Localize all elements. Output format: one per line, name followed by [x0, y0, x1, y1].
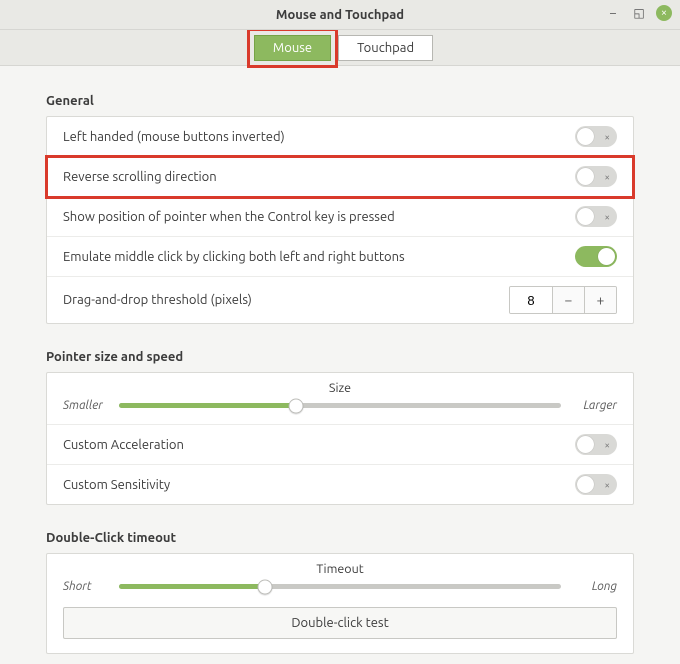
- panel-double-click: Timeout Short Long Double-click test: [46, 553, 634, 654]
- size-slider-thumb[interactable]: [288, 398, 303, 413]
- minimize-button[interactable]: –: [604, 4, 622, 22]
- timeout-slider-label: Timeout: [63, 562, 617, 576]
- row-emulate-middle: Emulate middle click by clicking both le…: [47, 237, 633, 277]
- drag-threshold-input[interactable]: [510, 287, 552, 313]
- timeout-slider-row: Short Long: [63, 580, 617, 593]
- timeout-slider-thumb[interactable]: [257, 579, 272, 594]
- tab-touchpad[interactable]: Touchpad: [338, 35, 433, 61]
- label-custom-sens: Custom Sensitivity: [63, 478, 170, 492]
- panel-pointer: Size Smaller Larger Custom Acceleration …: [46, 372, 634, 505]
- toggle-off-icon: ×: [604, 479, 610, 490]
- content-area: General Left handed (mouse buttons inver…: [0, 66, 680, 664]
- timeout-slider-fill: [119, 584, 265, 589]
- size-slider-block: Size Smaller Larger: [47, 373, 633, 425]
- toggle-off-icon: ×: [604, 171, 610, 182]
- toggle-off-icon: ×: [604, 131, 610, 142]
- maximize-button[interactable]: ◱: [630, 4, 648, 22]
- row-show-pointer-ctrl: Show position of pointer when the Contro…: [47, 197, 633, 237]
- section-label-general: General: [46, 94, 634, 108]
- row-custom-sens: Custom Sensitivity ×: [47, 465, 633, 504]
- size-slider[interactable]: [119, 403, 561, 408]
- timeout-slider-max-label: Long: [571, 580, 617, 593]
- size-slider-max-label: Larger: [571, 399, 617, 412]
- section-label-pointer: Pointer size and speed: [46, 350, 634, 364]
- spinner-minus[interactable]: −: [552, 287, 584, 313]
- drag-threshold-spinner: − +: [509, 286, 617, 314]
- timeout-slider-min-label: Short: [63, 580, 109, 593]
- toggle-off-icon: ×: [604, 211, 610, 222]
- close-button[interactable]: ×: [656, 5, 672, 21]
- toggle-knob: [577, 436, 594, 453]
- row-reverse-scroll: Reverse scrolling direction ×: [47, 157, 633, 197]
- label-left-handed: Left handed (mouse buttons inverted): [63, 130, 285, 144]
- row-drag-threshold: Drag-and-drop threshold (pixels) − +: [47, 277, 633, 323]
- double-click-test-button[interactable]: Double-click test: [63, 607, 617, 639]
- tab-mouse[interactable]: Mouse: [254, 35, 331, 61]
- spinner-plus[interactable]: +: [584, 287, 616, 313]
- toggle-custom-accel[interactable]: ×: [575, 434, 617, 455]
- size-slider-min-label: Smaller: [63, 399, 109, 412]
- toggle-knob: [577, 128, 594, 145]
- row-left-handed: Left handed (mouse buttons inverted) ×: [47, 117, 633, 157]
- timeout-slider[interactable]: [119, 584, 561, 589]
- window-controls: – ◱ ×: [604, 4, 672, 22]
- panel-general: Left handed (mouse buttons inverted) × R…: [46, 116, 634, 324]
- tab-bar: Mouse Touchpad: [0, 30, 680, 66]
- toggle-custom-sens[interactable]: ×: [575, 474, 617, 495]
- label-show-pointer-ctrl: Show position of pointer when the Contro…: [63, 210, 395, 224]
- label-custom-accel: Custom Acceleration: [63, 438, 184, 452]
- size-slider-fill: [119, 403, 296, 408]
- section-label-double-click: Double-Click timeout: [46, 531, 634, 545]
- toggle-knob: [577, 208, 594, 225]
- size-slider-row: Smaller Larger: [63, 399, 617, 412]
- toggle-off-icon: ×: [604, 439, 610, 450]
- window-title: Mouse and Touchpad: [276, 8, 404, 22]
- row-custom-accel: Custom Acceleration ×: [47, 425, 633, 465]
- mouse-tab-highlight: Mouse: [247, 28, 338, 68]
- toggle-knob: [577, 476, 594, 493]
- label-reverse-scroll: Reverse scrolling direction: [63, 170, 217, 184]
- size-slider-label: Size: [63, 381, 617, 395]
- toggle-emulate-middle[interactable]: [575, 246, 617, 267]
- toggle-reverse-scroll[interactable]: ×: [575, 166, 617, 187]
- label-drag-threshold: Drag-and-drop threshold (pixels): [63, 293, 252, 307]
- toggle-left-handed[interactable]: ×: [575, 126, 617, 147]
- label-emulate-middle: Emulate middle click by clicking both le…: [63, 250, 405, 264]
- toggle-show-pointer-ctrl[interactable]: ×: [575, 206, 617, 227]
- toggle-knob: [598, 248, 615, 265]
- title-bar: Mouse and Touchpad – ◱ ×: [0, 0, 680, 30]
- toggle-knob: [577, 168, 594, 185]
